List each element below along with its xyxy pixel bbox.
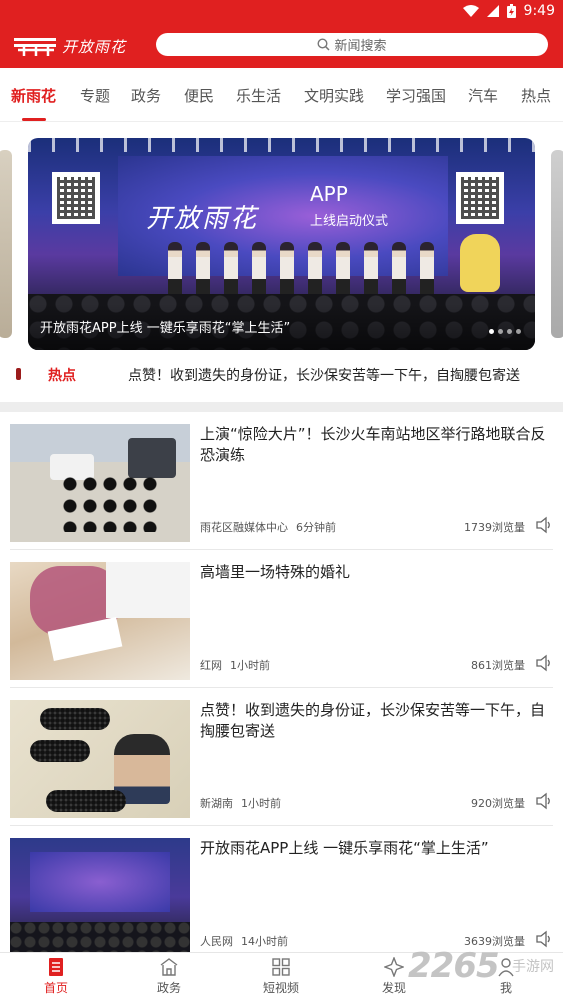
banner-art-subtitle: 上线启动仪式: [310, 214, 389, 229]
banner-caption: 开放雨花APP上线 一键乐享雨花“掌上生活”: [40, 321, 291, 336]
search-input[interactable]: 新闻搜索: [156, 33, 548, 56]
news-title[interactable]: 上演“惊险大片”！长沙火车南站地区举行路地联合反恐演练: [200, 424, 550, 466]
status-icons: 9:49: [462, 3, 555, 19]
news-views: 920浏览量: [471, 797, 525, 810]
prev-banner-peek[interactable]: [0, 150, 12, 338]
mascot: [460, 234, 500, 292]
speaker-icon[interactable]: [535, 516, 553, 534]
tab-zhuanti[interactable]: 专题: [80, 85, 110, 106]
logo-mark-icon: [14, 38, 56, 56]
star-compass-icon: [384, 957, 404, 977]
news-views: 861浏览量: [471, 659, 525, 672]
news-meta: 新湖南 1小时前: [200, 795, 281, 811]
news-source: 人民网: [200, 935, 233, 948]
logo-text: 开放雨花: [61, 37, 126, 56]
news-meta: 雨花区融媒体中心 6分钟前: [200, 519, 336, 535]
stage-lights: [28, 138, 535, 152]
watermark-number: 2265: [408, 946, 500, 986]
tab-xinyuhua[interactable]: 新雨花: [11, 85, 56, 106]
signal-icon: [486, 5, 499, 17]
news-item[interactable]: 点赞！收到遗失的身份证，长沙保安苦等一下午，自掏腰包寄送 新湖南 1小时前 920…: [0, 688, 563, 826]
news-title[interactable]: 高墙里一场特殊的婚礼: [200, 562, 550, 583]
banner-carousel[interactable]: 开放雨花 APP 上线启动仪式 开放雨花APP上线 一键乐享雨花“掌上生活”: [0, 138, 563, 350]
nav-short-video[interactable]: 短视频: [251, 957, 311, 996]
carousel-dot[interactable]: [507, 329, 512, 334]
nav-government[interactable]: 政务: [139, 957, 199, 996]
news-meta: 人民网 14小时前: [200, 933, 288, 949]
news-thumbnail[interactable]: [10, 700, 190, 818]
status-bar: 9:49: [0, 0, 563, 24]
tab-zhengwu[interactable]: 政务: [131, 85, 161, 106]
tab-leshenghuo[interactable]: 乐生活: [236, 85, 281, 106]
carousel-dot[interactable]: [516, 329, 521, 334]
carousel-dot[interactable]: [498, 329, 503, 334]
search-placeholder: 新闻搜索: [334, 39, 387, 54]
home-doc-icon: [49, 958, 63, 976]
watermark-suffix: 手游网: [512, 959, 554, 975]
news-thumbnail[interactable]: [10, 424, 190, 542]
news-title[interactable]: 点赞！收到遗失的身份证，长沙保安苦等一下午，自掏腰包寄送: [200, 700, 550, 742]
speaker-icon[interactable]: [535, 654, 553, 672]
site-watermark: 2265 手游网: [408, 946, 558, 990]
search-icon: [317, 38, 331, 51]
active-tab-indicator: [22, 118, 46, 121]
tab-bianmin[interactable]: 便民: [184, 85, 214, 106]
tab-redian[interactable]: 热点: [521, 85, 551, 106]
nav-government-label: 政务: [156, 981, 181, 995]
news-time: 14小时前: [241, 935, 288, 948]
banner-art-app: APP: [310, 182, 348, 206]
news-source: 红网: [200, 659, 222, 672]
tab-xuexi[interactable]: 学习强国: [386, 85, 446, 106]
banner-slide[interactable]: 开放雨花 APP 上线启动仪式 开放雨花APP上线 一键乐享雨花“掌上生活”: [28, 138, 535, 350]
grid-icon: [272, 958, 290, 976]
carousel-dots: [489, 329, 521, 334]
speaker-icon[interactable]: [535, 792, 553, 810]
news-item[interactable]: 上演“惊险大片”！长沙火车南站地区举行路地联合反恐演练 雨花区融媒体中心 6分钟前…: [0, 412, 563, 550]
section-divider: [0, 402, 563, 412]
hot-marker-icon: [16, 368, 21, 380]
hot-headline[interactable]: 点赞！收到遗失的身份证，长沙保安苦等一下午，自掏腰包寄送: [128, 365, 520, 385]
nav-home[interactable]: 首页: [26, 957, 86, 996]
nav-home-label: 首页: [43, 981, 68, 995]
news-source: 新湖南: [200, 797, 233, 810]
news-source: 雨花区融媒体中心: [200, 521, 288, 534]
status-time: 9:49: [523, 3, 555, 19]
battery-icon: [506, 4, 516, 18]
banner-art-title: 开放雨花: [146, 204, 259, 234]
app-logo[interactable]: 开放雨花: [14, 34, 126, 58]
news-meta: 红网 1小时前: [200, 657, 270, 673]
hot-ticker[interactable]: 热点 点赞！收到遗失的身份证，长沙保安苦等一下午，自掏腰包寄送: [0, 356, 563, 392]
government-building-icon: [160, 958, 178, 976]
news-time: 6分钟前: [296, 521, 336, 534]
qr-code-right: [456, 172, 504, 224]
news-title[interactable]: 开放雨花APP上线 一键乐享雨花“掌上生活”: [200, 838, 550, 859]
tab-wenming[interactable]: 文明实践: [304, 85, 364, 106]
news-item[interactable]: 高墙里一场特殊的婚礼 红网 1小时前 861浏览量: [0, 550, 563, 688]
news-item[interactable]: 开放雨花APP上线 一键乐享雨花“掌上生活” 人民网 14小时前 3639浏览量: [0, 826, 563, 964]
news-time: 1小时前: [241, 797, 281, 810]
news-views: 1739浏览量: [464, 521, 525, 534]
category-tabs: 新雨花 专题 政务 便民 乐生活 文明实践 学习强国 汽车 热点: [0, 68, 563, 122]
qr-code-left: [52, 172, 100, 224]
nav-short-video-label: 短视频: [262, 981, 299, 995]
app-header: 开放雨花 新闻搜索: [0, 24, 563, 68]
wifi-icon: [462, 5, 479, 17]
next-banner-peek[interactable]: [551, 150, 563, 338]
carousel-dot[interactable]: [489, 329, 494, 334]
hot-label: 热点: [48, 368, 76, 384]
tab-qiche[interactable]: 汽车: [468, 85, 498, 106]
nav-discover-label: 发现: [381, 981, 406, 995]
news-time: 1小时前: [230, 659, 270, 672]
news-thumbnail[interactable]: [10, 562, 190, 680]
news-thumbnail[interactable]: [10, 838, 190, 956]
